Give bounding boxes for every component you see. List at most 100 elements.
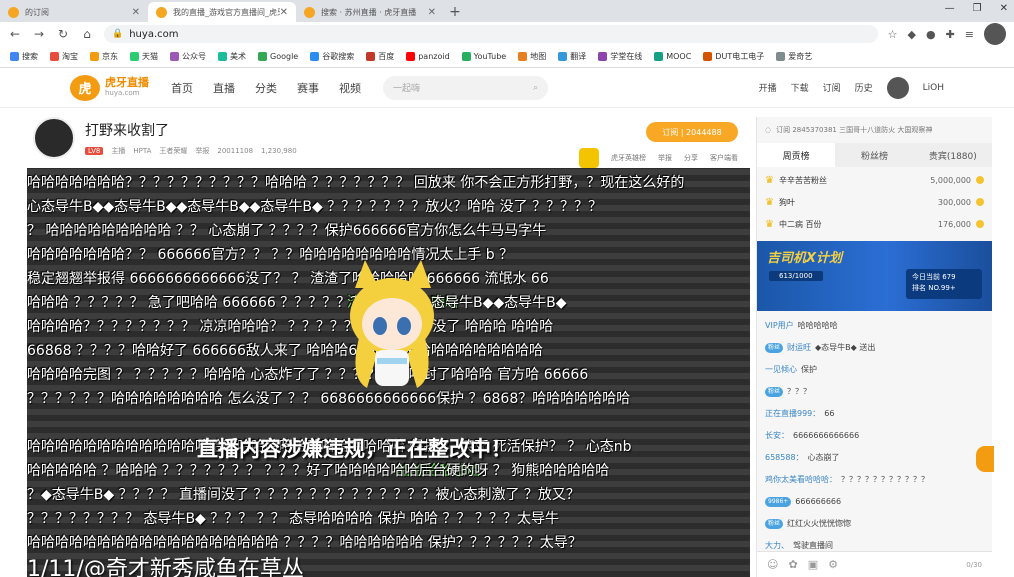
bookmark-label: 地图 (530, 52, 547, 61)
rank-row[interactable]: ♛ 辛辛苦苦粉丝 5,000,000 (765, 169, 984, 191)
bookmark-item[interactable]: panzoid (406, 52, 450, 61)
minimize-icon[interactable]: — (945, 3, 955, 14)
chat-header-text: 订阅 2845370381 三国哥十八道防火 大国观察神 (776, 126, 933, 134)
puzzle-icon[interactable]: ✚ (946, 28, 955, 41)
settings-icon[interactable]: ⚙ (828, 558, 838, 571)
room-meta: LV8 主播 HPTA 王者荣耀 举报 20011108 1,230,980 (85, 146, 297, 156)
browser-tab-2[interactable]: 我的直播_游戏官方直播间_虎牙直播 ✕ (148, 2, 296, 22)
meta-item[interactable]: HPTA (133, 147, 151, 155)
url-field[interactable]: 🔒 huya.com (104, 25, 878, 43)
meta-item[interactable]: 王者荣耀 (159, 146, 187, 156)
chat-username[interactable]: 鸡你太美看哈哈哈： (765, 469, 837, 491)
username[interactable]: LiOH (923, 83, 944, 93)
chat-username[interactable]: 正在直播999： (765, 403, 820, 425)
download-link[interactable]: 下载 (791, 81, 809, 94)
video-player[interactable]: 哈哈哈哈哈哈渣渣哈了哈哈哈哈哈哈哈哈哈哈哈哈哈哈哈哈哈哈哈哈哈哈 ？？？？哈哈哈… (27, 168, 750, 577)
home-icon[interactable]: ⌂ (80, 27, 94, 41)
bookmark-item[interactable]: DUT电工电子 (703, 51, 764, 62)
bookmark-item[interactable]: Google (258, 52, 298, 61)
history-link[interactable]: 历史 (855, 81, 873, 94)
hero-rank-link[interactable]: 虎牙英雄榜 (611, 153, 646, 163)
bookmark-item[interactable]: 百度 (366, 51, 394, 62)
fan-badge: 粉丝 (765, 519, 784, 529)
menu-item-video[interactable]: 视频 (339, 80, 361, 96)
chat-username[interactable]: 一见倾心 (765, 359, 797, 381)
menu-item-events[interactable]: 赛事 (297, 80, 319, 96)
bookmark-item[interactable]: 美术 (218, 51, 246, 62)
bookmark-item[interactable]: 天猫 (130, 51, 158, 62)
back-icon[interactable]: ← (8, 27, 22, 41)
menu-item-home[interactable]: 首页 (171, 80, 193, 96)
bookmark-label: panzoid (418, 52, 450, 61)
report-link[interactable]: 举报 (195, 146, 209, 156)
host-avatar[interactable] (33, 117, 75, 159)
tab-fans[interactable]: 粉丝榜 (835, 143, 913, 167)
chat-text: 哈哈哈哈哈 (797, 321, 838, 330)
extensions: ☆ ◆ ● ✚ ≡ (888, 23, 1006, 45)
close-icon[interactable]: ✕ (428, 7, 436, 18)
menu-icon[interactable]: ≡ (965, 28, 974, 41)
extension-icon[interactable]: ● (926, 28, 936, 41)
share-button[interactable]: 分享 (684, 153, 698, 163)
close-icon[interactable]: ✕ (132, 7, 140, 18)
browser-tab-1[interactable]: 的订阅 ✕ (0, 2, 148, 22)
user-avatar[interactable] (886, 76, 909, 99)
client-button[interactable]: 客户端看 (710, 153, 738, 163)
bookmark-icon (776, 52, 786, 61)
hero-rank-icon[interactable] (579, 148, 599, 168)
bookmark-item[interactable]: 爱奇艺 (776, 51, 812, 62)
chat-text: ？？？ (787, 387, 812, 396)
image-icon[interactable]: ▣ (808, 558, 818, 571)
chat-username[interactable]: 658588： (765, 447, 804, 469)
rank-row[interactable]: ♛ 中二病 百份 176,000 (765, 213, 984, 235)
report-button[interactable]: 举报 (658, 153, 672, 163)
site-logo[interactable]: 虎 虎牙直播 huya.com (70, 74, 149, 101)
emoji-icon[interactable]: ☺ (767, 558, 778, 571)
reload-icon[interactable]: ↻ (56, 27, 70, 41)
bookmark-item[interactable]: 京东 (90, 51, 118, 62)
room-header: 打野来收割了 LV8 主播 HPTA 王者荣耀 举报 20011108 1,23… (27, 108, 750, 168)
close-window-icon[interactable]: ✕ (1000, 3, 1008, 14)
logo-subtext: huya.com (105, 88, 140, 97)
side-float-button[interactable] (976, 446, 994, 472)
bookmark-item[interactable]: MOOC (654, 52, 691, 61)
bookmark-item[interactable]: 公众号 (170, 51, 206, 62)
subscribe-link[interactable]: 订阅 (823, 81, 841, 94)
close-icon[interactable]: ✕ (280, 7, 288, 18)
menu-item-live[interactable]: 直播 (213, 80, 235, 96)
subscribe-button[interactable]: 订阅 | 2044488 (646, 122, 738, 142)
bookmark-item[interactable]: 谷歌搜索 (310, 51, 354, 62)
bookmark-item[interactable]: 搜索 (10, 51, 38, 62)
bookmark-icon (90, 52, 99, 61)
search-input[interactable]: 一起嗨 ⌕ (383, 75, 548, 100)
chat-username[interactable]: VIP用户 (765, 315, 794, 337)
rank-row[interactable]: ♛ 狗叶 300,000 (765, 191, 984, 213)
tab-vip[interactable]: 贵宾(1880) (914, 143, 992, 167)
restore-icon[interactable]: ❐ (973, 3, 982, 14)
window-controls: — ❐ ✕ (945, 3, 1008, 14)
profile-avatar[interactable] (984, 23, 1006, 45)
browser-tab-3[interactable]: 搜索 · 苏州直播 · 虎牙直播 ✕ (296, 2, 444, 22)
promo-banner[interactable]: 吉司机X计划 613/1000 今日当前 679 排名 NO.99+ (757, 241, 992, 311)
star-icon[interactable]: ☆ (888, 28, 898, 41)
watermark: 1/11/@奇才新秀咸鱼在草丛 (27, 557, 304, 577)
chat-username[interactable]: 长安： (765, 425, 789, 447)
menu-item-category[interactable]: 分类 (255, 80, 277, 96)
meta-item: 主播 (111, 147, 126, 155)
gift-icon[interactable]: ✿ (788, 558, 797, 571)
bookmark-item[interactable]: 翻译 (558, 51, 586, 62)
search-icon[interactable]: ⌕ (533, 83, 538, 93)
bookmark-item[interactable]: 学堂在线 (598, 51, 642, 62)
go-live-link[interactable]: 开播 (759, 81, 777, 94)
bookmark-icon (130, 52, 139, 61)
extension-icon[interactable]: ◆ (907, 28, 915, 41)
bookmark-item[interactable]: YouTube (461, 52, 506, 61)
chat-username[interactable]: 财运旺 (787, 337, 811, 359)
banner-progress: 613/1000 (769, 271, 823, 281)
tab-weekly[interactable]: 周贡榜 (757, 143, 836, 167)
bookmark-item[interactable]: 地图 (518, 51, 546, 62)
new-tab-button[interactable]: + (444, 2, 466, 22)
forward-icon[interactable]: → (32, 27, 46, 41)
bookmark-item[interactable]: 淘宝 (50, 51, 78, 62)
chat-input-bar: ☺ ✿ ▣ ⚙ 0/30 (757, 551, 992, 577)
